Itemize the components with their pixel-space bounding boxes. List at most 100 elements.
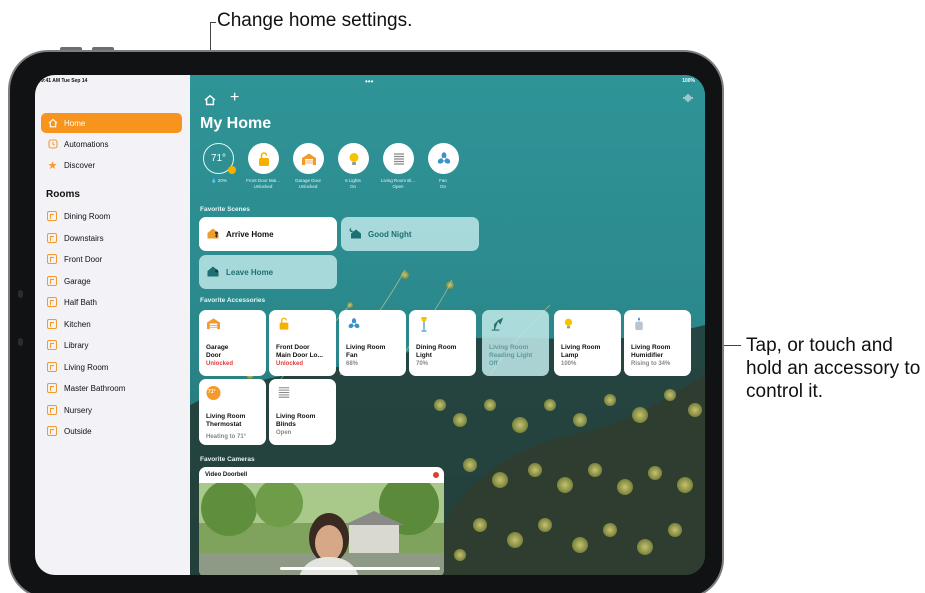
sidebar-item-label: Half Bath <box>64 297 97 307</box>
accessory-name: Living Room Reading Light <box>489 344 533 359</box>
lights-status[interactable] <box>338 143 369 174</box>
sidebar-item-label: Living Room <box>64 362 109 372</box>
intercom-button[interactable] <box>683 93 693 106</box>
accessory-tile-thermostat[interactable]: 71° Living Room Thermostat Heating to 71… <box>199 379 266 445</box>
sidebar-item-label: Dining Room <box>64 211 111 221</box>
room-icon <box>47 276 57 286</box>
favorite-cameras-label: Favorite Cameras <box>200 456 255 463</box>
sidebar-item-label: Automations <box>64 139 109 149</box>
room-icon <box>47 319 57 329</box>
sidebar-item-label: Downstairs <box>64 233 104 243</box>
rooms-heading: Rooms <box>46 189 80 200</box>
room-icon <box>47 405 57 415</box>
room-icon <box>47 426 57 436</box>
camera-dot <box>18 338 23 346</box>
camera-dot <box>18 290 23 298</box>
room-icon <box>47 297 57 307</box>
sidebar-item-room[interactable]: Library <box>41 335 182 355</box>
sidebar-item-room[interactable]: Outside <box>41 421 182 441</box>
sidebar-item-room[interactable]: Dining Room <box>41 206 182 226</box>
humidifier-icon <box>631 316 646 331</box>
room-icon <box>47 362 57 372</box>
sidebar-item-room[interactable]: Garage <box>41 271 182 291</box>
accessory-state: Unlocked <box>276 361 304 367</box>
sidebar-item-room[interactable]: Nursery <box>41 400 182 420</box>
accessory-tile-front-door-lock[interactable]: Front Door Main Door Lo... Unlocked <box>269 310 336 376</box>
sidebar-item-label: Outside <box>64 426 92 436</box>
callout-change-home-settings: Change home settings. <box>217 10 413 31</box>
accessory-state: 100% <box>561 361 577 367</box>
desk-lamp-icon <box>489 316 504 331</box>
camera-tile-video-doorbell[interactable]: Video Doorbell <box>199 467 444 575</box>
favorite-accessories-label: Favorite Accessories <box>200 297 266 304</box>
sidebar-item-label: Nursery <box>64 405 93 415</box>
accessory-tile-living-room-fan[interactable]: Living Room Fan 68% <box>339 310 406 376</box>
accessory-tile-humidifier[interactable]: Living Room Humidifier Rising to 34% <box>624 310 691 376</box>
waveform-icon <box>683 94 693 102</box>
accessory-state: Heating to 71° <box>206 434 247 440</box>
favorite-scenes-label: Favorite Scenes <box>200 206 250 213</box>
scene-label: Good Night <box>368 229 412 239</box>
lock-open-icon <box>258 151 269 166</box>
bulb-icon <box>349 152 358 165</box>
bulb-icon <box>561 316 576 331</box>
page-title: My Home <box>200 115 272 132</box>
status-battery: 100% <box>682 78 695 84</box>
sidebar-item-label: Front Door <box>64 254 103 264</box>
add-button[interactable]: + <box>230 89 239 107</box>
sidebar-item-room[interactable]: Downstairs <box>41 228 182 248</box>
accessory-name: Dining Room Light <box>416 344 457 359</box>
room-icon <box>47 233 57 243</box>
accessory-state: 68% <box>346 361 359 367</box>
sidebar-item-home[interactable]: Home <box>41 113 182 133</box>
sidebar-item-label: Home <box>64 118 86 128</box>
sidebar-item-room[interactable]: Kitchen <box>41 314 182 334</box>
blinds-icon <box>393 152 404 165</box>
accessory-name: Front Door Main Door Lo... <box>276 344 323 359</box>
callout-tap-accessory: Tap, or touch and hold an accessory to c… <box>746 335 921 402</box>
accessory-tile-dining-room-light[interactable]: Dining Room Light 70% <box>409 310 476 376</box>
sidebar-item-room[interactable]: Living Room <box>41 357 182 377</box>
accessory-name: Garage Door <box>206 344 229 359</box>
garage-icon <box>206 316 221 331</box>
fan-status[interactable] <box>428 143 459 174</box>
status-time-date: 9:41 AM Tue Sep 14 <box>41 78 88 84</box>
accessory-name: Living Room Thermostat <box>206 413 246 428</box>
accessory-state: Rising to 34% <box>631 361 671 367</box>
sidebar-item-room[interactable]: Front Door <box>41 249 182 269</box>
multitasking-dots[interactable]: ••• <box>365 77 373 86</box>
home-settings-button[interactable] <box>204 94 217 107</box>
sidebar-item-discover[interactable]: ★ Discover <box>41 155 182 175</box>
plus-icon: + <box>230 89 240 106</box>
scene-arrive-home[interactable]: Arrive Home <box>199 217 337 251</box>
sidebar-item-room[interactable]: Master Bathroom <box>41 378 182 398</box>
accessory-tile-reading-light[interactable]: Living Room Reading Light Off <box>482 310 549 376</box>
house-icon <box>47 118 58 129</box>
room-icon <box>47 211 57 221</box>
sidebar-item-room[interactable]: Half Bath <box>41 292 182 312</box>
house-icon <box>204 94 216 106</box>
accessory-tile-garage-door[interactable]: Garage Door Unlocked <box>199 310 266 376</box>
sidebar-item-automations[interactable]: Automations <box>41 134 182 154</box>
accessory-name: Living Room Humidifier <box>631 344 671 359</box>
thermostat-badge-value: 71° <box>208 389 216 395</box>
scene-label: Leave Home <box>226 267 274 277</box>
accessory-tile-living-room-blinds[interactable]: Living Room Blinds Open <box>269 379 336 445</box>
home-indicator[interactable] <box>280 567 440 570</box>
fan-icon <box>437 151 450 164</box>
sidebar-item-label: Kitchen <box>64 319 91 329</box>
clock-icon <box>47 139 58 150</box>
status-label: Fan On <box>439 178 447 189</box>
scene-leave-home[interactable]: Leave Home <box>199 255 337 289</box>
garage-door-status[interactable] <box>293 143 324 174</box>
fan-icon <box>346 316 361 331</box>
blinds-icon <box>276 385 291 400</box>
accessory-name: Living Room Blinds <box>276 413 316 428</box>
front-door-status[interactable] <box>248 143 279 174</box>
room-icon <box>47 340 57 350</box>
scene-good-night[interactable]: Good Night <box>341 217 479 251</box>
accessory-tile-living-room-lamp[interactable]: Living Room Lamp 100% <box>554 310 621 376</box>
good-night-icon <box>349 227 362 242</box>
blinds-status[interactable] <box>383 143 414 174</box>
camera-feed-image <box>199 483 444 575</box>
